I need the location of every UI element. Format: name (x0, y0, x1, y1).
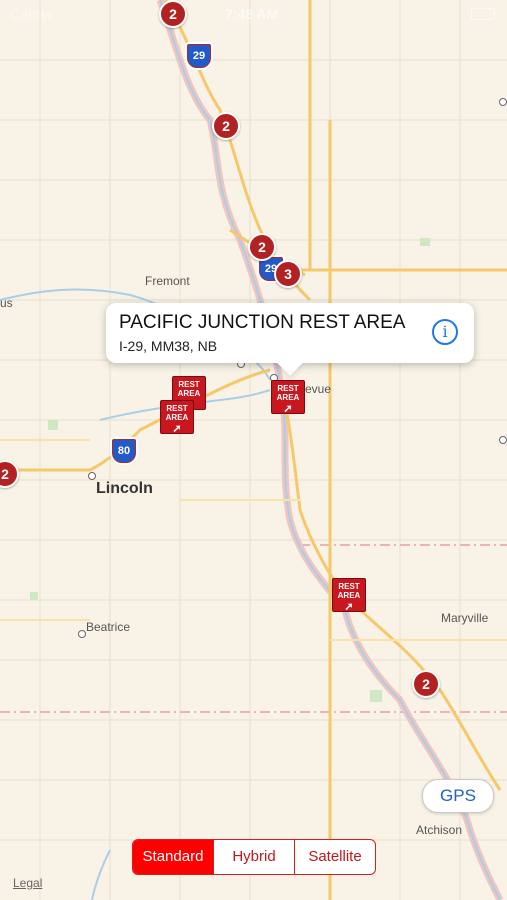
cluster-marker[interactable]: 2 (212, 112, 240, 140)
map-type-standard[interactable]: Standard (133, 840, 213, 874)
carrier-label: Carrier (10, 6, 53, 22)
cluster-marker[interactable]: 2 (412, 670, 440, 698)
rest-area-marker-selected[interactable]: REST AREA ➚ (271, 380, 305, 415)
city-label-partial: us (0, 296, 13, 310)
map-type-segmented-control: Standard Hybrid Satellite (132, 839, 376, 875)
city-label-beatrice: Beatrice (86, 620, 131, 634)
rest-area-marker[interactable]: REST AREA➚ (160, 400, 194, 435)
rest-area-marker[interactable]: REST AREA➚ (332, 578, 366, 613)
map-type-satellite[interactable]: Satellite (294, 840, 375, 874)
rest-area-label: REST AREA (165, 404, 189, 422)
city-label-fremont: Fremont (145, 274, 190, 288)
map-background[interactable] (0, 0, 507, 900)
cluster-marker[interactable]: 3 (274, 260, 302, 288)
city-dot (499, 436, 507, 444)
info-icon[interactable]: i (432, 319, 458, 345)
cluster-marker[interactable]: 2 (159, 0, 187, 28)
rest-area-label: REST AREA (337, 582, 361, 600)
city-label-atchison: Atchison (416, 823, 463, 837)
arrow-icon: ➚ (172, 423, 182, 435)
status-bar: Carrier 7:48 AM (0, 0, 507, 28)
arrow-icon: ➚ (344, 601, 354, 613)
interstate-shield: 80 (110, 437, 138, 465)
callout-subtitle: I-29, MM38, NB (119, 338, 218, 354)
city-label-lincoln: Lincoln (96, 480, 153, 497)
map-type-hybrid[interactable]: Hybrid (213, 840, 294, 874)
rest-area-callout[interactable]: PACIFIC JUNCTION REST AREA I-29, MM38, N… (106, 303, 474, 363)
rest-area-label: REST AREA (276, 384, 300, 402)
city-dot-beatrice (78, 630, 86, 638)
callout-title: PACIFIC JUNCTION REST AREA (119, 312, 406, 333)
city-label-maryville: Maryville (441, 611, 489, 625)
city-dot (499, 98, 507, 106)
city-dot-lincoln (88, 472, 96, 480)
legal-link[interactable]: Legal (13, 876, 42, 890)
battery-icon (471, 8, 495, 20)
arrow-icon: ➚ (283, 403, 293, 415)
cluster-marker[interactable]: 2 (248, 233, 276, 261)
interstate-shield: 29 (185, 42, 213, 70)
status-time: 7:48 AM (225, 6, 279, 22)
gps-button[interactable]: GPS (422, 779, 494, 813)
rest-area-label: REST AREA (177, 380, 201, 398)
